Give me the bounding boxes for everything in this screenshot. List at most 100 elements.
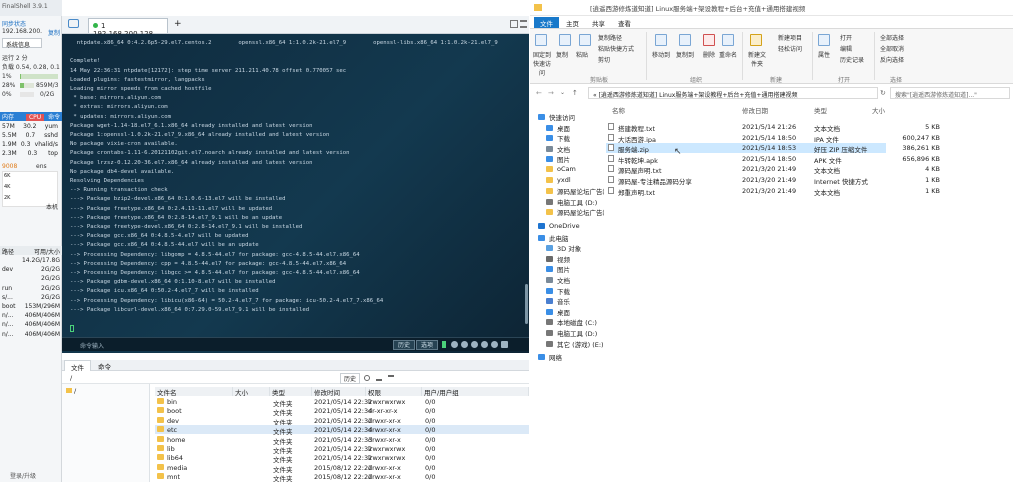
copy-to-icon[interactable] — [679, 34, 691, 46]
process-row[interactable]: 1.9M 0.3 vhalid/s — [2, 141, 58, 148]
cut-button[interactable]: 剪切 — [598, 55, 610, 64]
invert-selection-button[interactable]: 反向选择 — [880, 55, 904, 64]
copy-path-button[interactable]: 复制路径 — [598, 33, 622, 42]
tab-files[interactable]: 文件 — [64, 360, 91, 372]
nav-item[interactable]: 文档 — [546, 144, 570, 154]
nav-item[interactable]: OneDrive — [538, 222, 580, 230]
new-folder-button[interactable]: 新建文件夹 — [747, 50, 767, 68]
select-all-button[interactable]: 全部选择 — [880, 33, 904, 42]
copy-link[interactable]: 复制 — [48, 28, 60, 37]
col-perm[interactable]: 权限 — [366, 387, 422, 397]
paste-icon[interactable] — [461, 341, 468, 348]
file-row[interactable]: 源码屋-专注精品源码分享 2021/3/20 21:49 Internet 快捷方式… — [606, 175, 940, 186]
nav-item[interactable]: 桌面 — [546, 307, 570, 317]
add-tab-button[interactable]: + — [174, 19, 182, 29]
tree-root[interactable]: / — [74, 387, 76, 395]
proc-cpu-header[interactable]: CPU — [25, 114, 45, 121]
layout-icon[interactable] — [510, 20, 518, 28]
nav-item[interactable]: 图片 — [546, 154, 570, 164]
select-none-button[interactable]: 全部取消 — [880, 44, 904, 53]
download-icon[interactable] — [388, 375, 394, 381]
history-button[interactable]: 历史 — [393, 340, 416, 350]
delete-icon[interactable] — [703, 34, 715, 46]
gear-icon[interactable] — [481, 341, 488, 348]
col-type[interactable]: 类型 — [270, 387, 312, 397]
refresh-icon[interactable] — [364, 375, 370, 381]
table-row[interactable]: etc 文件夹 2021/05/14 22:34 drwxr-xr-x 0/0 — [155, 425, 529, 436]
search-input[interactable]: 搜索"[逍遥西游修炼道知道]..." — [890, 87, 1010, 99]
nav-item[interactable]: oCam — [546, 165, 576, 173]
up-icon[interactable]: ↑ — [572, 89, 578, 97]
command-input[interactable]: 命令输入 — [80, 341, 104, 350]
options-button[interactable]: 选项 — [416, 340, 439, 350]
nav-item[interactable]: 电脑工具 (D:) — [546, 328, 597, 338]
nav-item[interactable]: 电脑工具 (D:) — [546, 197, 597, 207]
menu-icon[interactable] — [520, 20, 527, 28]
new-folder-icon[interactable] — [750, 34, 762, 46]
nav-item[interactable]: 音乐 — [546, 296, 570, 306]
refresh-icon[interactable]: ↻ — [880, 89, 886, 97]
pin-button[interactable]: 固定到快速访问 — [531, 50, 553, 77]
terminal[interactable]: ntpdate.x86_64 0:4.2.6p5-29.el7.centos.2… — [62, 34, 529, 353]
sync-status[interactable]: 同步状态 — [2, 19, 60, 28]
nav-item[interactable]: 视频 — [546, 254, 570, 264]
nav-item[interactable]: 文档 — [546, 275, 570, 285]
nav-item[interactable]: 其它 (游戏) (E:) — [546, 339, 604, 349]
rename-button[interactable]: 重命名 — [719, 50, 737, 59]
rename-icon[interactable] — [722, 34, 734, 46]
col-mtime[interactable]: 修改时间 — [312, 387, 366, 397]
pin-icon[interactable] — [535, 34, 547, 46]
properties-icon[interactable] — [818, 34, 830, 46]
copy-button[interactable]: 复制 — [556, 50, 568, 59]
table-row[interactable]: bin 文件夹 2021/05/14 22:32 lrwxrwxrwx 0/0 — [155, 397, 529, 408]
easy-access-button[interactable]: 轻松访问 — [778, 44, 802, 53]
table-row[interactable]: home 文件夹 2021/05/14 22:33 drwxr-xr-x 0/0 — [155, 435, 529, 446]
nav-item[interactable]: 此电脑 — [538, 233, 569, 243]
chevron-down-icon[interactable]: ⌄ — [560, 89, 565, 96]
edit-button[interactable]: 编辑 — [840, 44, 852, 53]
open-button[interactable]: 打开 — [840, 33, 852, 42]
properties-button[interactable]: 属性 — [818, 50, 830, 59]
col-date[interactable]: 修改日期 — [742, 105, 768, 115]
address-bar[interactable]: « [逍遥西游修炼道知道] Linux服务端+架设教程+后台+充值+通用搭建视频 — [588, 87, 878, 99]
nav-item[interactable]: 快速访问 — [538, 112, 575, 122]
new-item-button[interactable]: 新建项目 — [778, 33, 802, 42]
nav-item[interactable]: yxdl — [546, 176, 571, 184]
table-row[interactable]: lib 文件夹 2021/05/14 22:32 lrwxrwxrwx 0/0 — [155, 444, 529, 455]
table-row[interactable]: media 文件夹 2015/08/12 22:22 drwxr-xr-x 0/0 — [155, 463, 529, 474]
col-name[interactable]: 文件名 — [155, 387, 233, 397]
nav-item[interactable]: 本地磁盘 (C:) — [546, 317, 597, 327]
file-history-button[interactable]: 历史 — [340, 373, 361, 384]
tab-commands[interactable]: 命令 — [92, 360, 117, 371]
search-icon[interactable] — [471, 341, 478, 348]
move-to-button[interactable]: 移动到 — [652, 50, 670, 59]
paste-shortcut-button[interactable]: 粘贴快捷方式 — [598, 44, 634, 53]
col-size[interactable]: 大小 — [872, 105, 885, 115]
process-row[interactable]: 57M 30.2 yum — [2, 123, 58, 130]
paste-button[interactable]: 粘贴 — [576, 50, 588, 59]
nav-item[interactable]: 图片 — [546, 264, 570, 274]
file-row[interactable]: 服务端.zip 2021/5/14 18:53 好压 ZIP 压缩文件 386,261… — [606, 143, 940, 154]
file-row[interactable]: 郑重声明.txt 2021/3/20 21:49 文本文档 1 KB — [606, 186, 940, 197]
nav-item[interactable]: 网络 — [538, 352, 562, 362]
nav-item[interactable]: 下载 — [546, 133, 570, 143]
copy-to-button[interactable]: 复制到 — [676, 50, 694, 59]
history-button[interactable]: 历史记录 — [840, 55, 864, 64]
terminal-scrollbar[interactable] — [525, 284, 528, 324]
nav-item[interactable]: 3D 对象 — [546, 243, 581, 253]
upload-icon[interactable] — [376, 375, 382, 381]
session-tab[interactable]: 1 192.168.200.128 — [88, 18, 168, 38]
back-icon[interactable]: ← — [536, 89, 542, 97]
delete-button[interactable]: 删除 — [703, 50, 715, 59]
file-row[interactable]: 源码屋声明.txt 2021/3/20 21:49 文本文档 4 KB — [606, 164, 940, 175]
copy-icon[interactable] — [559, 34, 571, 46]
lightning-icon[interactable] — [442, 341, 446, 348]
file-row[interactable]: 大话西游.ipa 2021/5/14 18:50 IPA 文件 600,247 KB — [606, 133, 940, 144]
paste-icon[interactable] — [579, 34, 591, 46]
table-row[interactable]: boot 文件夹 2021/05/14 22:34 dr-xr-xr-x 0/0 — [155, 406, 529, 417]
download-icon[interactable] — [491, 341, 498, 348]
table-row[interactable]: dev 文件夹 2021/05/14 22:32 drwxr-xr-x 0/0 — [155, 416, 529, 427]
login-link[interactable]: 登录/升级 — [10, 471, 68, 480]
col-type[interactable]: 类型 — [814, 105, 827, 115]
copy-icon[interactable] — [451, 341, 458, 348]
